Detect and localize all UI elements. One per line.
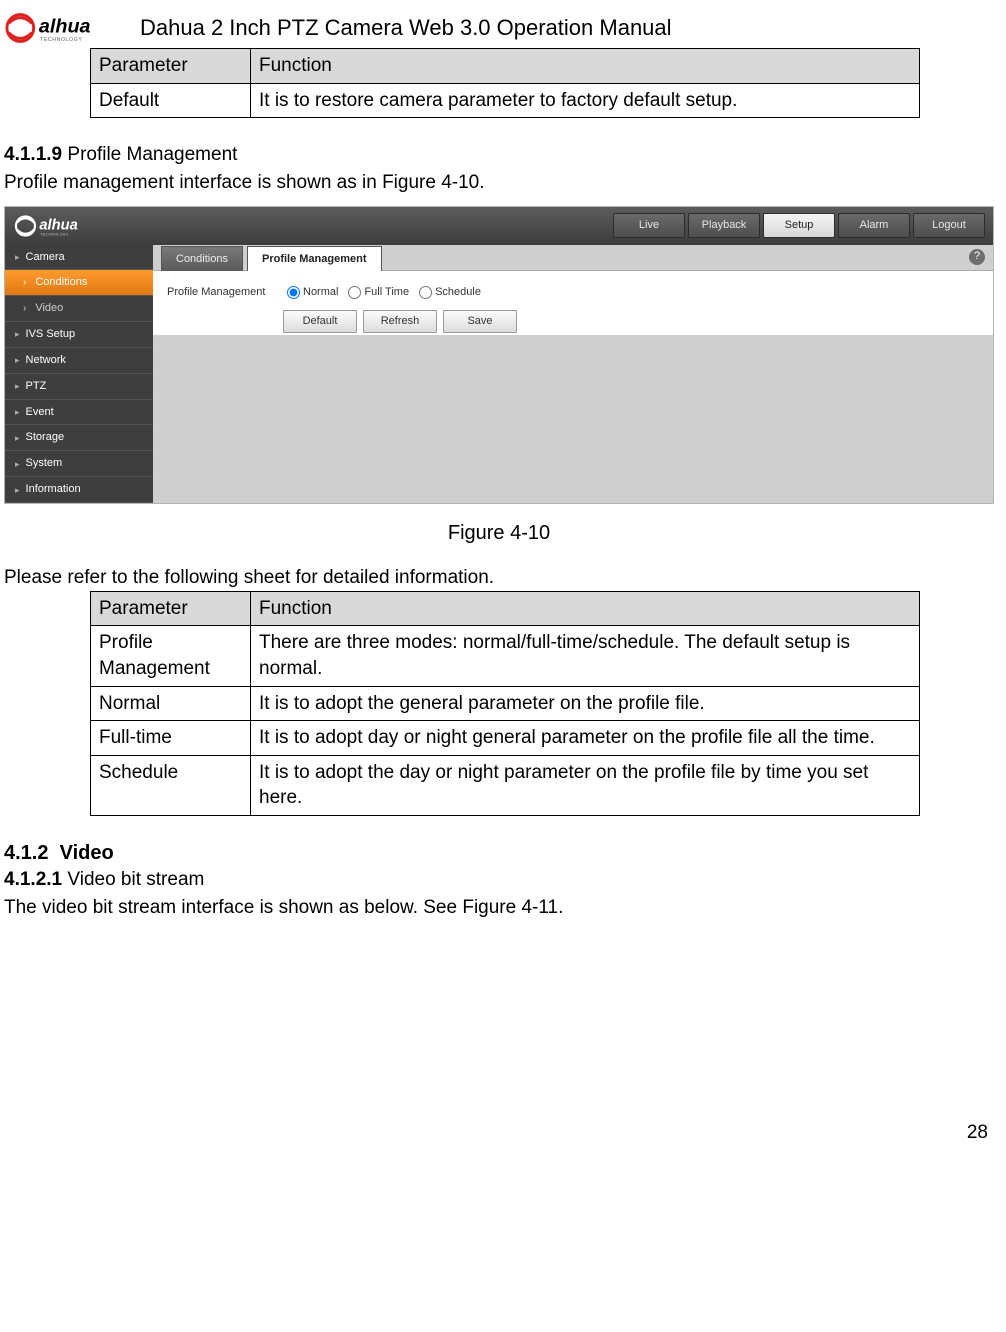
td-param: Profile Management — [91, 626, 251, 686]
td-func: It is to restore camera parameter to fac… — [251, 83, 920, 118]
sidebar-item-camera[interactable]: Camera — [5, 245, 153, 271]
subtab-conditions[interactable]: Conditions — [161, 246, 243, 272]
sidebar-item-system[interactable]: System — [5, 451, 153, 477]
section-4121-intro: The video bit stream interface is shown … — [4, 895, 994, 921]
td-func: There are three modes: normal/full-time/… — [251, 626, 920, 686]
table-row: Profile Management There are three modes… — [91, 626, 920, 686]
section-4119-intro: Profile management interface is shown as… — [4, 170, 994, 196]
parameter-table-2: Parameter Function Profile Management Th… — [90, 591, 920, 816]
sidebar-item-ptz[interactable]: PTZ — [5, 374, 153, 400]
form-lower-area — [153, 335, 993, 485]
td-func: It is to adopt the day or night paramete… — [251, 755, 920, 815]
default-button[interactable]: Default — [283, 310, 357, 333]
th-function: Function — [251, 591, 920, 626]
refresh-button[interactable]: Refresh — [363, 310, 437, 333]
section-4121-heading: 4.1.2.1 Video bit stream — [4, 867, 994, 893]
svg-text:TECHNOLOGY: TECHNOLOGY — [40, 232, 69, 236]
save-button[interactable]: Save — [443, 310, 517, 333]
sidebar-item-ivs[interactable]: IVS Setup — [5, 322, 153, 348]
tab-playback[interactable]: Playback — [688, 213, 760, 238]
td-param: Normal — [91, 686, 251, 721]
radio-normal[interactable]: Normal — [287, 285, 338, 300]
help-icon[interactable]: ? — [969, 249, 985, 265]
svg-text:TECHNOLOGY: TECHNOLOGY — [40, 37, 82, 43]
th-function: Function — [251, 49, 920, 84]
sidebar-item-storage[interactable]: Storage — [5, 425, 153, 451]
tab-live[interactable]: Live — [613, 213, 685, 238]
section-title: Profile Management — [67, 144, 237, 165]
td-param: Schedule — [91, 755, 251, 815]
form-row-profile: Profile Management Normal Full Time Sche… — [167, 285, 979, 300]
th-parameter: Parameter — [91, 49, 251, 84]
subtab-profile-management[interactable]: Profile Management — [247, 246, 382, 272]
section-number: 4.1.1.9 — [4, 144, 62, 165]
svg-text:alhua: alhua — [39, 16, 91, 38]
table-row: Full-time It is to adopt day or night ge… — [91, 721, 920, 756]
sidebar-item-network[interactable]: Network — [5, 348, 153, 374]
table-row: Normal It is to adopt the general parame… — [91, 686, 920, 721]
figure-caption-4-10: Figure 4-10 — [4, 520, 994, 547]
td-param: Full-time — [91, 721, 251, 756]
subtabs: Conditions Profile Management — [153, 245, 993, 272]
table-header-row: Parameter Function — [91, 49, 920, 84]
section-number: 4.1.2 — [4, 842, 48, 864]
section-title: Video — [60, 842, 114, 864]
dahua-logo: alhua TECHNOLOGY — [4, 10, 132, 46]
figure-4-10-screenshot: alhua TECHNOLOGY Live Playback Setup Ala… — [4, 206, 994, 504]
td-param: Default — [91, 83, 251, 118]
topnav-tabs: Live Playback Setup Alarm Logout — [613, 213, 985, 238]
radio-schedule[interactable]: Schedule — [419, 285, 481, 300]
dahua-logo-small: alhua TECHNOLOGY — [11, 213, 111, 239]
parameter-table-1: Parameter Function Default It is to rest… — [90, 48, 920, 118]
td-func: It is to adopt the general parameter on … — [251, 686, 920, 721]
section-412-heading: 4.1.2 Video — [4, 840, 994, 867]
table-header-row: Parameter Function — [91, 591, 920, 626]
doc-title: Dahua 2 Inch PTZ Camera Web 3.0 Operatio… — [140, 13, 672, 43]
page-header: alhua TECHNOLOGY Dahua 2 Inch PTZ Camera… — [4, 10, 994, 46]
before-table-text: Please refer to the following sheet for … — [4, 565, 994, 591]
section-title: Video bit stream — [67, 869, 204, 890]
profile-form: Profile Management Normal Full Time Sche… — [153, 271, 993, 335]
section-4119-heading: 4.1.1.9 Profile Management — [4, 142, 994, 168]
th-parameter: Parameter — [91, 591, 251, 626]
sidebar-item-video[interactable]: Video — [5, 296, 153, 322]
sidebar-item-information[interactable]: Information — [5, 477, 153, 503]
page-number: 28 — [4, 1120, 994, 1146]
sidebar: Camera Conditions Video IVS Setup Networ… — [5, 245, 153, 503]
table-row: Schedule It is to adopt the day or night… — [91, 755, 920, 815]
sidebar-item-event[interactable]: Event — [5, 400, 153, 426]
form-label-profile: Profile Management — [167, 285, 277, 300]
app-body: Camera Conditions Video IVS Setup Networ… — [5, 245, 993, 503]
svg-text:alhua: alhua — [39, 217, 77, 233]
table-row: Default It is to restore camera paramete… — [91, 83, 920, 118]
radio-normal-input[interactable] — [287, 286, 300, 299]
tab-alarm[interactable]: Alarm — [838, 213, 910, 238]
sidebar-item-conditions[interactable]: Conditions — [5, 270, 153, 296]
radio-schedule-input[interactable] — [419, 286, 432, 299]
td-func: It is to adopt day or night general para… — [251, 721, 920, 756]
main-panel: ? Conditions Profile Management Profile … — [153, 245, 993, 503]
tab-setup[interactable]: Setup — [763, 213, 835, 238]
radio-fulltime[interactable]: Full Time — [348, 285, 409, 300]
app-topbar: alhua TECHNOLOGY Live Playback Setup Ala… — [5, 207, 993, 245]
radio-fulltime-input[interactable] — [348, 286, 361, 299]
section-412: 4.1.2 Video 4.1.2.1 Video bit stream The… — [4, 840, 994, 920]
tab-logout[interactable]: Logout — [913, 213, 985, 238]
section-number: 4.1.2.1 — [4, 869, 62, 890]
button-row: Default Refresh Save — [283, 310, 979, 333]
